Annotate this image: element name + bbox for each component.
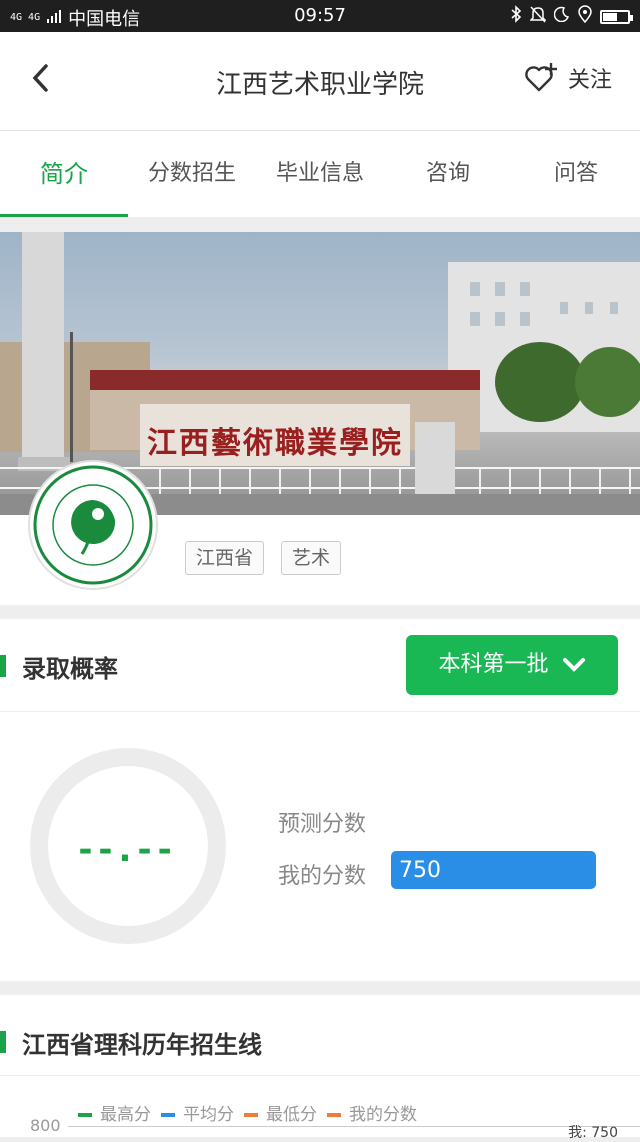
bluetooth-icon <box>510 5 522 28</box>
chart-axis-line <box>68 1126 640 1127</box>
legend-avg: 平均分 <box>161 1100 234 1125</box>
tab-graduation-info[interactable]: 毕业信息 <box>256 131 384 217</box>
tab-qa[interactable]: 问答 <box>512 131 640 217</box>
mute-bell-icon <box>529 5 547 28</box>
app-header: 江西艺术职业学院 关注 <box>0 32 640 131</box>
tab-bar: 简介 分数招生 毕业信息 咨询 问答 <box>0 131 640 217</box>
my-score-field[interactable]: 750 <box>391 851 596 889</box>
section-accent-bar <box>0 655 6 677</box>
my-score-label: 我的分数 <box>278 864 367 889</box>
battery-icon <box>600 9 633 24</box>
status-bar: 4G 4G 中国电信 09:57 <box>0 0 640 32</box>
chevron-down-icon <box>562 658 585 672</box>
probability-value: --.-- <box>78 830 178 870</box>
admission-section-title: 录取概率 <box>22 655 118 683</box>
my-score-marker-label: 我: 750 <box>568 1125 618 1141</box>
predicted-score-label: 预测分数 <box>278 812 367 837</box>
tag-category[interactable]: 艺术 <box>281 541 342 575</box>
location-icon <box>578 5 592 28</box>
probability-gauge: --.-- <box>30 748 226 944</box>
y-axis-tick: 800 <box>30 1116 61 1135</box>
chart-legend: 最高分 平均分 最低分 我的分数 <box>78 1100 417 1125</box>
legend-max: 最高分 <box>78 1100 151 1125</box>
school-seal-icon <box>33 465 153 585</box>
moon-icon <box>553 6 570 27</box>
follow-label: 关注 <box>567 68 612 93</box>
batch-dropdown-label: 本科第一批 <box>438 652 549 677</box>
section-accent-bar <box>0 1031 6 1053</box>
heart-plus-icon <box>525 63 557 92</box>
tab-intro[interactable]: 简介 <box>0 131 128 217</box>
gate-inscription: 江西藝術職業學院 <box>147 426 403 461</box>
tag-province[interactable]: 江西省 <box>185 541 265 575</box>
tab-score-admission[interactable]: 分数招生 <box>128 131 256 217</box>
history-section-title: 江西省理科历年招生线 <box>22 1031 262 1059</box>
legend-min: 最低分 <box>244 1100 317 1125</box>
follow-button[interactable]: 关注 <box>524 62 612 94</box>
school-logo <box>30 462 156 588</box>
tab-consult[interactable]: 咨询 <box>384 131 512 217</box>
legend-mine: 我的分数 <box>327 1100 417 1125</box>
batch-dropdown[interactable]: 本科第一批 <box>406 635 618 695</box>
